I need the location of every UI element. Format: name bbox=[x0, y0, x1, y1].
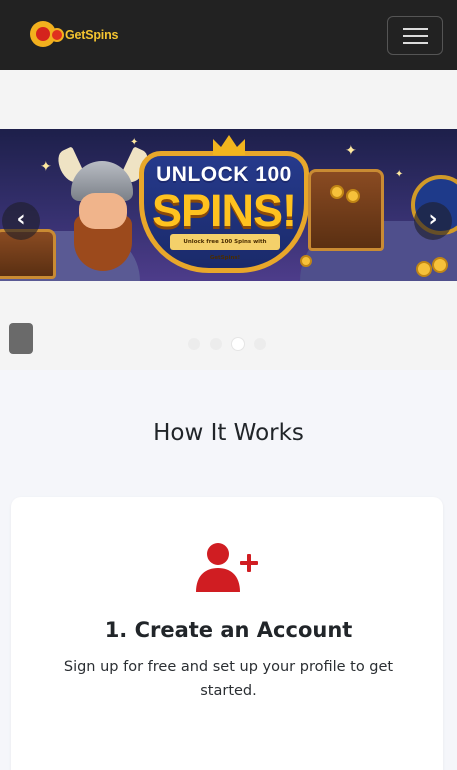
treasure-chest-right bbox=[308, 169, 384, 251]
coin-icon bbox=[432, 257, 448, 273]
chevron-left-icon: ‹ bbox=[16, 207, 26, 232]
carousel-indicator-active[interactable] bbox=[232, 338, 244, 350]
user-plus-icon bbox=[196, 543, 258, 592]
carousel-indicator[interactable] bbox=[254, 338, 266, 350]
coin-icon bbox=[416, 261, 432, 277]
step-title: 1. Create an Account bbox=[104, 618, 353, 642]
brand-name: GetSpins bbox=[65, 28, 119, 42]
carousel-next-button[interactable]: › bbox=[414, 202, 452, 240]
carousel-indicator[interactable] bbox=[210, 338, 222, 350]
menu-toggle-button[interactable] bbox=[387, 16, 443, 55]
top-navbar: GetSpins bbox=[0, 0, 457, 70]
carousel-prev-button[interactable]: ‹ bbox=[2, 202, 40, 240]
sparkle-icon: ✦ bbox=[345, 143, 357, 159]
sparkle-icon: ✦ bbox=[395, 169, 404, 180]
crown-icon bbox=[213, 135, 245, 155]
promo-headline-top: UNLOCK 100 bbox=[156, 163, 292, 186]
sparkle-icon: ✦ bbox=[40, 159, 52, 175]
coin-icon bbox=[330, 185, 344, 199]
site-logo[interactable]: GetSpins bbox=[30, 21, 118, 49]
promo-headline-main: SPINS! bbox=[151, 185, 297, 236]
carousel-indicators bbox=[188, 338, 266, 350]
promo-ribbon: Unlock free 100 Spins with GetSpins! bbox=[170, 234, 280, 261]
section-title: How It Works bbox=[153, 420, 304, 446]
side-tab-button[interactable] bbox=[9, 323, 33, 354]
step-description: Sign up for free and set up your profile… bbox=[63, 659, 394, 699]
chevron-right-icon: › bbox=[428, 207, 438, 232]
hamburger-menu-icon bbox=[403, 28, 428, 30]
carousel-indicator[interactable] bbox=[188, 338, 200, 350]
coin-icon bbox=[300, 255, 312, 267]
carousel-slide-banner[interactable]: ✦ ✦ ✦ ✦ UNLOCK 100 SPINS! Unlock free 10… bbox=[0, 129, 457, 281]
coin-icon bbox=[346, 189, 360, 203]
logo-icon bbox=[30, 21, 64, 49]
